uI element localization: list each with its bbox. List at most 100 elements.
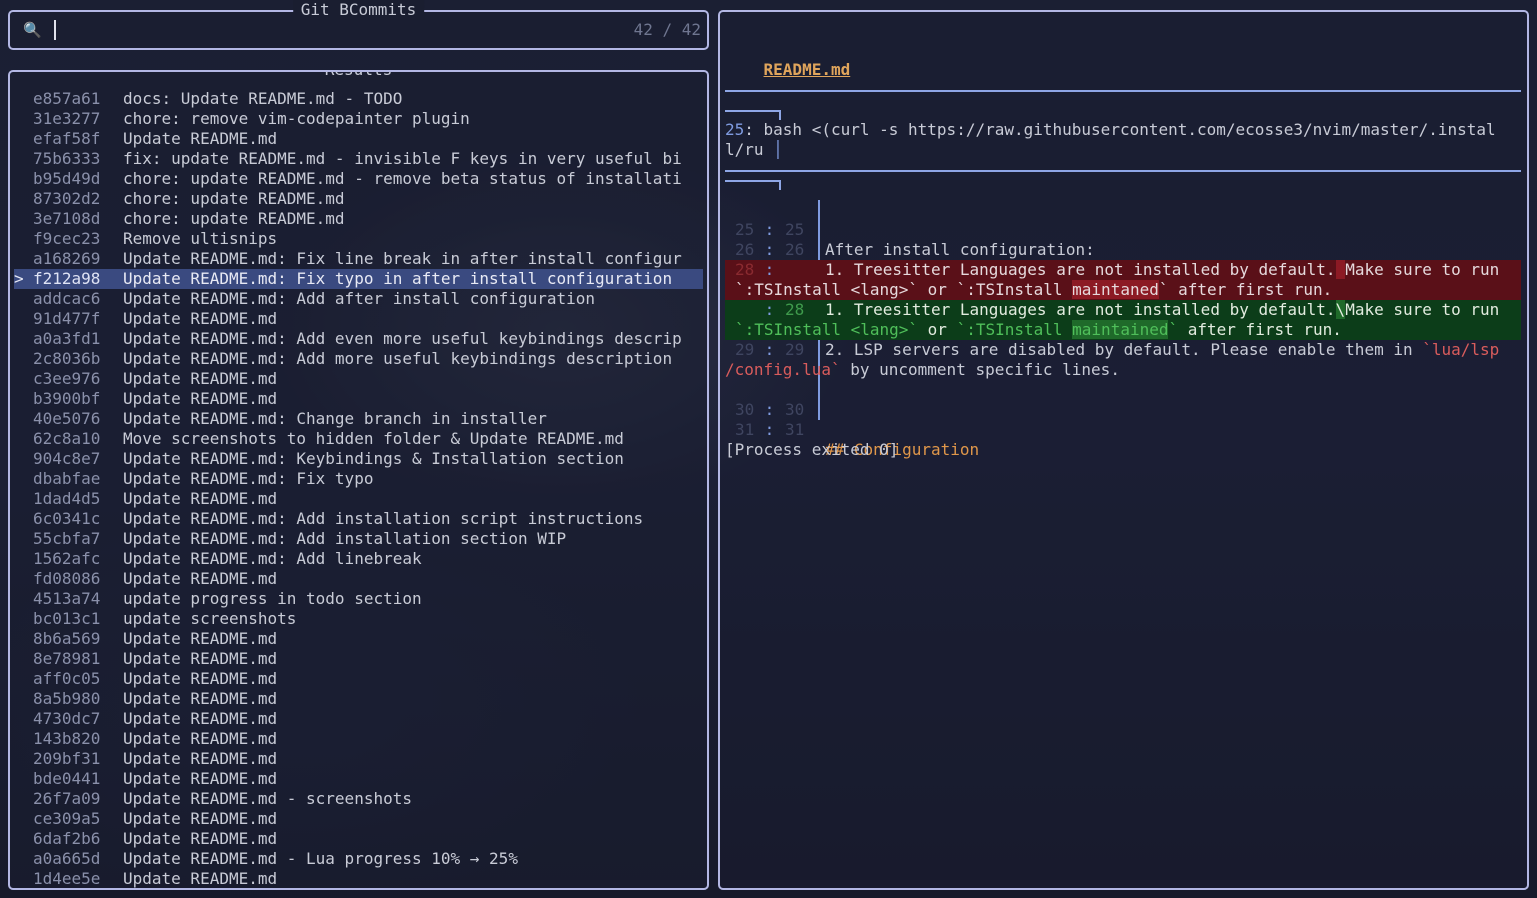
commit-message: Update README.md <box>123 869 278 888</box>
commit-sha: 26f7a09 <box>33 789 101 808</box>
commit-row[interactable]: c3ee976 Update README.md <box>10 369 707 389</box>
commit-message: Update README.md - screenshots <box>123 789 412 808</box>
commit-row[interactable]: 143b820 Update README.md <box>10 729 707 749</box>
commit-sha: 4730dc7 <box>33 709 101 728</box>
commit-sha: efaf58f <box>33 129 101 148</box>
commit-row[interactable]: 55cbfa7 Update README.md: Add installatio… <box>10 529 707 549</box>
commit-message: docs: Update README.md - TODO <box>123 89 403 108</box>
commit-row[interactable]: 75b6333 fix: update README.md - invisible… <box>10 149 707 169</box>
commit-message: Update README.md <box>123 129 278 148</box>
context-text-line-2: /config.lua` by uncomment specific lines… <box>725 360 1120 379</box>
commit-row[interactable]: ce309a5 Update README.md <box>10 809 707 829</box>
results-panel: Results e857a61 docs: Update README.md - … <box>8 70 709 890</box>
commit-sha: 8b6a569 <box>33 629 101 648</box>
commit-sha: bc013c1 <box>33 609 101 628</box>
commit-row[interactable]: 8e78981 Update README.md <box>10 649 707 669</box>
commit-row[interactable]: 4513a74 update progress in todo section <box>10 589 707 609</box>
commit-row[interactable]: 8a5b980 Update README.md <box>10 689 707 709</box>
commit-message: Update README.md <box>123 749 278 768</box>
commit-sha: a0a665d <box>33 849 101 868</box>
commit-sha: dbabfae <box>33 469 101 488</box>
commit-message: chore: update README.md <box>123 209 345 228</box>
diff-line-30: 30 : 30 <box>725 380 1521 419</box>
commit-message: Update README.md: Fix typo <box>123 469 374 488</box>
commit-row[interactable]: 8b6a569 Update README.md <box>10 629 707 649</box>
commit-row[interactable]: 91d477f Update README.md <box>10 309 707 329</box>
diff-added-block: : 28 1. Treesitter Languages are not ins… <box>725 300 1521 340</box>
new-line-number: 28 <box>785 300 805 319</box>
commit-sha: b3900bf <box>33 389 101 408</box>
commit-message: chore: update README.md <box>123 189 345 208</box>
commit-row[interactable]: 1562afc Update README.md: Add linebreak <box>10 549 707 569</box>
commit-row[interactable]: dbabfae Update README.md: Fix typo <box>10 469 707 489</box>
commit-row[interactable]: b95d49d chore: update README.md - remove … <box>10 169 707 189</box>
commit-row[interactable]: b3900bf Update README.md <box>10 389 707 409</box>
commit-message: chore: remove vim-codepainter plugin <box>123 109 470 128</box>
commit-row[interactable]: fd08086 Update README.md <box>10 569 707 589</box>
commit-row-selected[interactable]: > f212a98 Update README.md: Fix typo in af… <box>14 269 703 289</box>
commit-row[interactable]: 2c8036b Update README.md: Add more useful… <box>10 349 707 369</box>
commit-message: Update README.md: Fix typo in after inst… <box>123 269 673 288</box>
commit-message: Update README.md <box>123 489 278 508</box>
hunk-header-text: : bash <(curl -s https://raw.githubuserc… <box>744 120 1496 139</box>
commit-row[interactable]: addcac6 Update README.md: Add after insta… <box>10 289 707 309</box>
hunk-header-text-2: l/ru <box>725 140 764 159</box>
commit-row[interactable]: 26f7a09 Update README.md - screenshots <box>10 789 707 809</box>
commit-row[interactable]: bc013c1 update screenshots <box>10 609 707 629</box>
commit-message: Update README.md: Add after install conf… <box>123 289 596 308</box>
commit-sha: a0a3fd1 <box>33 329 101 348</box>
commit-row[interactable]: 1d4ee5e Update README.md <box>10 869 707 888</box>
preview-filename[interactable]: README.md <box>764 60 851 79</box>
commit-message: update progress in todo section <box>123 589 422 608</box>
commit-row[interactable]: a0a665d Update README.md - Lua progress 1… <box>10 849 707 869</box>
commit-row[interactable]: e857a61 docs: Update README.md - TODO <box>10 89 707 109</box>
line-separator: : <box>755 300 784 319</box>
preview-filename-line: README.md <box>725 40 1521 79</box>
commit-row[interactable]: 40e5076 Update README.md: Change branch i… <box>10 409 707 429</box>
hunk-header-line-1: 25: bash <(curl -s https://raw.githubuse… <box>725 120 1521 140</box>
commit-row[interactable]: f9cec23 Remove ultisnips <box>10 229 707 249</box>
diff-line-29: 29 : 29 2. LSP servers are disabled by d… <box>725 340 1521 380</box>
commit-row[interactable]: 62c8a10 Move screenshots to hidden folder… <box>10 429 707 449</box>
commit-row[interactable]: 6c0341c Update README.md: Add installatio… <box>10 509 707 529</box>
commit-sha: aff0c05 <box>33 669 101 688</box>
commit-sha: 62c8a10 <box>33 429 101 448</box>
commit-row[interactable]: aff0c05 Update README.md <box>10 669 707 689</box>
hunk-corner-bottom <box>725 180 781 190</box>
new-line-number: 29 <box>785 340 805 359</box>
added-text-line-1: 1. Treesitter Languages are not installe… <box>825 300 1500 319</box>
commit-message: Update README.md <box>123 809 278 828</box>
commit-message: Update README.md <box>123 389 278 408</box>
line-separator: : <box>755 420 784 439</box>
hunk-divider-top <box>725 90 1521 92</box>
commit-row[interactable]: 3e7108d chore: update README.md <box>10 209 707 229</box>
commit-row[interactable]: 1dad4d5 Update README.md <box>10 489 707 509</box>
commit-message: fix: update README.md - invisible F keys… <box>123 149 682 168</box>
commit-sha: 55cbfa7 <box>33 529 101 548</box>
preview-panel: README.md 25: bash <(curl -s https://raw… <box>718 10 1529 890</box>
diff-line-26: 26 : 26 After install configuration: <box>725 220 1521 259</box>
diff-line-27: 27 : 27 <box>725 240 1521 279</box>
hunk-header-tail: │ <box>763 140 783 159</box>
commit-row[interactable]: 209bf31 Update README.md <box>10 749 707 769</box>
commit-sha: 2c8036b <box>33 349 101 368</box>
deleted-text-line-2: `:TSInstall <lang>` or `:TSInstall maint… <box>735 280 1333 299</box>
commit-row[interactable]: efaf58f Update README.md <box>10 129 707 149</box>
process-exit-message: [Process exited 0] <box>725 440 899 459</box>
commit-row[interactable]: a168269 Update README.md: Fix line break … <box>10 249 707 269</box>
commit-row[interactable]: a0a3fd1 Update README.md: Add even more u… <box>10 329 707 349</box>
commit-row[interactable]: 31e3277 chore: remove vim-codepainter plu… <box>10 109 707 129</box>
search-input[interactable] <box>52 20 592 40</box>
commit-message: chore: update README.md - remove beta st… <box>123 169 682 188</box>
commit-row[interactable]: 4730dc7 Update README.md <box>10 709 707 729</box>
commit-sha: f212a98 <box>33 269 101 288</box>
commit-row[interactable]: 904c8e7 Update README.md: Keybindings & I… <box>10 449 707 469</box>
commit-row[interactable]: 6daf2b6 Update README.md <box>10 829 707 849</box>
commit-sha: 4513a74 <box>33 589 101 608</box>
commit-row[interactable]: 87302d2 chore: update README.md <box>10 189 707 209</box>
commit-sha: 1dad4d5 <box>33 489 101 508</box>
commit-sha: 40e5076 <box>33 409 101 428</box>
commit-message: Update README.md <box>123 689 278 708</box>
commit-row[interactable]: bde0441 Update README.md <box>10 769 707 789</box>
commit-message: Update README.md <box>123 629 278 648</box>
